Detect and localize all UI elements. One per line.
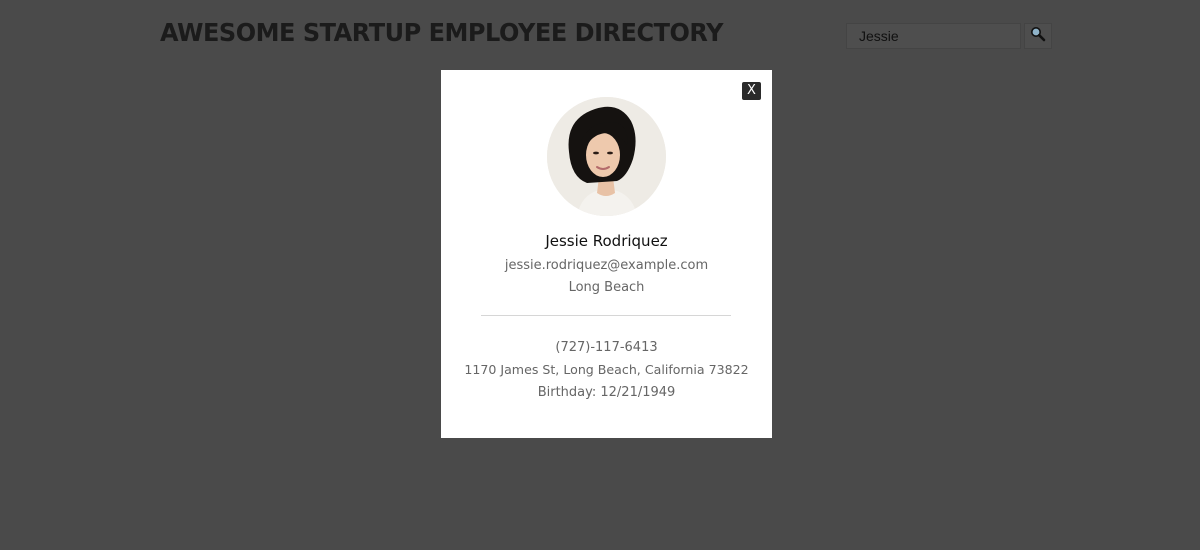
divider <box>481 315 731 316</box>
employee-city: Long Beach <box>568 280 645 295</box>
employee-phone: (727)-117-6413 <box>555 340 658 355</box>
employee-name: Jessie Rodriquez <box>545 232 668 250</box>
close-button[interactable]: X <box>742 82 761 100</box>
employee-modal: X Jessie Rodriquez jessie.rodriquez@exam… <box>441 70 772 438</box>
employee-email: jessie.rodriquez@example.com <box>504 258 709 273</box>
avatar <box>547 97 666 216</box>
employee-address: 1170 James St, Long Beach, California 73… <box>464 362 749 377</box>
employee-birthday: Birthday: 12/21/1949 <box>537 385 676 400</box>
